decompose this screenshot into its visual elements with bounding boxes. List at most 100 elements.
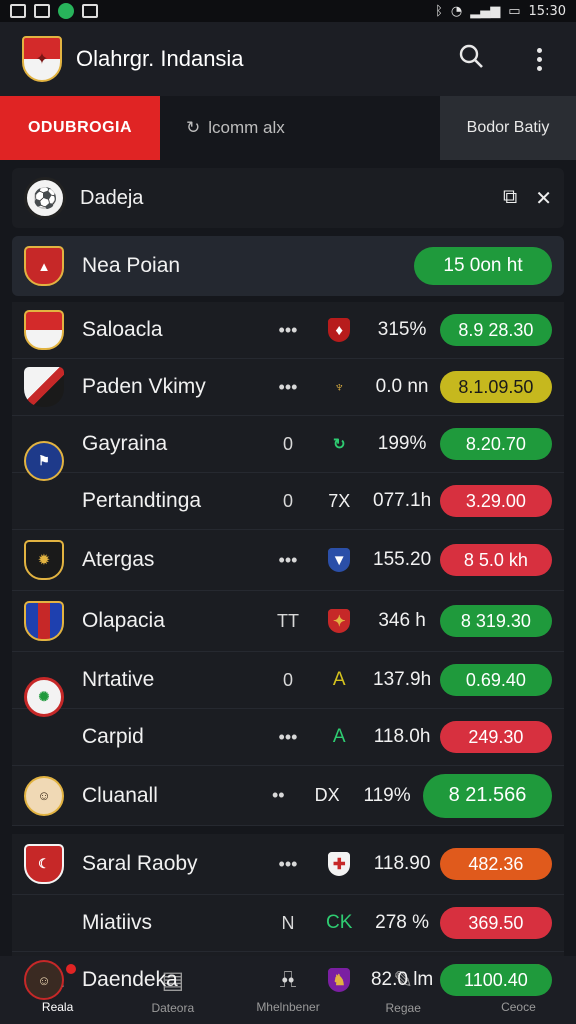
col-a: ••• <box>278 319 298 340</box>
team-name: Pertandtinga <box>82 489 202 512</box>
match-row[interactable]: ⚑ Pertandtinga 0 7X 077.1h 3.29.00 <box>12 441 564 530</box>
app-logo: ✦ <box>22 36 62 82</box>
match-row[interactable]: Nrtative 0 A 137.9h 0.69.40 <box>12 652 564 709</box>
player-avatar: ☺ <box>24 775 64 816</box>
app-title: Olahrgr. Indansia <box>76 46 244 71</box>
nav-label: Reala <box>41 1000 74 1014</box>
nav-label: Ceoce <box>501 1000 536 1014</box>
odds-button[interactable]: 369.50 <box>439 907 552 939</box>
team-name: Carpid <box>82 725 144 748</box>
shield-icon: ♞ <box>328 968 351 992</box>
match-row[interactable]: Miatiivs N CK 278 % 369.50 <box>12 895 564 952</box>
shield-icon: ▼ <box>328 548 351 572</box>
odds-button[interactable]: 8 319.30 <box>439 605 552 637</box>
team-logo: ☾ <box>24 844 64 884</box>
team-name: Gayraina <box>82 432 168 455</box>
team-logo <box>24 903 64 943</box>
col-a: •• <box>281 969 295 990</box>
team-name: Daendeka <box>82 968 178 991</box>
col-value: 119% <box>363 784 411 806</box>
odds-button[interactable]: 8 5.0 kh <box>439 544 552 576</box>
odds-button[interactable]: 0.69.40 <box>439 664 552 696</box>
app-icon <box>58 3 74 19</box>
clock: 15:30 <box>528 3 566 19</box>
shield-icon: ✚ <box>328 852 351 876</box>
team-logo <box>24 310 64 350</box>
team-name: Olapacia <box>82 609 165 632</box>
team-name: Cluanall <box>82 783 158 807</box>
match-row[interactable]: ✹ Atergas ••• ▼ 155.20 8 5.0 kh <box>12 530 564 591</box>
tab-label: lcomm alx <box>208 118 285 137</box>
team-name: Saloacla <box>82 318 163 341</box>
match-row[interactable]: Olapacia TT ✦ 346 h 8 319.30 <box>12 591 564 652</box>
col-value: 199% <box>377 433 427 454</box>
team-logo: ⚑ <box>24 441 64 481</box>
match-row[interactable]: Gayraina 0 ↻ 199% 8.20.70 <box>12 416 564 473</box>
match-row[interactable]: Paden Vkimy ••• ♆ 0.0 nn 8.1.09.50 <box>12 359 564 416</box>
league-name: Dadeja <box>80 186 144 209</box>
col-b: 7X <box>328 490 351 511</box>
col-a: TT <box>276 610 299 631</box>
col-a: 0 <box>282 433 293 454</box>
odds-button[interactable]: 482.36 <box>439 848 552 880</box>
match-row[interactable]: ☺ Cluanall •• DX 119% 8 21.566 <box>12 766 564 826</box>
team-logo: ✺ <box>24 677 64 717</box>
match-list: Saloacla ••• ♦ 315% 8.9 28.30 Paden Vkim… <box>12 302 564 1009</box>
odds-button[interactable]: 8 21.566 <box>422 773 552 818</box>
team-logo: ▲ <box>24 246 64 286</box>
team-logo <box>24 367 64 407</box>
league-logo: ⚽ <box>24 177 66 219</box>
featured-odds-button[interactable]: 15 0on ht <box>414 247 552 285</box>
nav-label: Dateora <box>151 1000 195 1015</box>
odds-button[interactable]: 249.30 <box>439 721 552 753</box>
tab-active[interactable]: ODUBROGIA <box>0 96 160 160</box>
shield-icon: ✦ <box>328 609 351 633</box>
odds-button[interactable]: 8.9 28.30 <box>439 314 552 346</box>
col-a: ••• <box>278 853 298 874</box>
featured-team-name: Nea Poian <box>82 254 181 277</box>
battery-icon: ▭ <box>508 3 521 19</box>
tab-bar: ODUBROGIA ↻ lcomm alx Bodor Batiy <box>0 96 576 160</box>
league-header[interactable]: ⚽ Dadeja ⧉ ✕ <box>12 168 564 228</box>
col-a: ••• <box>278 726 298 747</box>
notification-badge <box>66 964 76 974</box>
team-name: Paden Vkimy <box>82 375 206 398</box>
app-bar: ✦ Olahrgr. Indansia <box>0 22 576 96</box>
col-value: 077.1h <box>373 490 432 511</box>
col-b: CK <box>326 912 353 933</box>
col-b: DX <box>314 785 340 805</box>
featured-match[interactable]: ▲ Nea Poian 15 0on ht <box>12 236 564 296</box>
col-value: 118.0h <box>373 726 431 747</box>
notification-icon <box>34 4 50 18</box>
col-value: 82.0 lm <box>370 969 434 990</box>
col-value: 155.20 <box>373 549 432 570</box>
search-icon[interactable] <box>456 43 486 76</box>
odds-button[interactable]: 8.1.09.50 <box>439 371 552 403</box>
close-icon[interactable]: ✕ <box>535 186 552 211</box>
share-icon[interactable]: ⧉ <box>503 186 517 211</box>
odds-button[interactable]: 1100.40 <box>439 964 552 996</box>
nav-label: Regae <box>385 1000 421 1015</box>
shield-icon: ♦ <box>328 318 351 342</box>
match-row[interactable]: Saloacla ••• ♦ 315% 8.9 28.30 <box>12 302 564 359</box>
signal-icon: ▂▄▆ <box>470 3 501 19</box>
more-vertical-icon[interactable] <box>524 47 554 71</box>
notification-icon <box>82 4 98 18</box>
team-logo: ✹ <box>24 540 64 580</box>
team-name: Atergas <box>82 548 155 571</box>
col-value: 137.9h <box>373 669 432 690</box>
odds-button[interactable]: 3.29.00 <box>439 485 552 517</box>
match-row[interactable]: ☾ Saral Raoby ••• ✚ 118.90 482.36 <box>12 834 564 895</box>
team-logo <box>24 601 64 641</box>
tab-middle[interactable]: ↻ lcomm alx <box>160 96 440 160</box>
tab-right[interactable]: Bodor Batiy <box>440 96 576 160</box>
odds-button[interactable]: 8.20.70 <box>439 428 552 460</box>
col-b: A <box>332 669 346 690</box>
match-row[interactable]: ✺ Carpid ••• A 118.0h 249.30 <box>12 677 564 766</box>
col-value: 315% <box>377 319 427 340</box>
col-value: 0.0 nn <box>375 376 429 397</box>
team-name: Nrtative <box>82 668 155 691</box>
eagle-icon: ♆ <box>333 378 345 396</box>
player-avatar: ☺ <box>24 960 64 1000</box>
refresh-icon: ↻ <box>332 436 346 453</box>
